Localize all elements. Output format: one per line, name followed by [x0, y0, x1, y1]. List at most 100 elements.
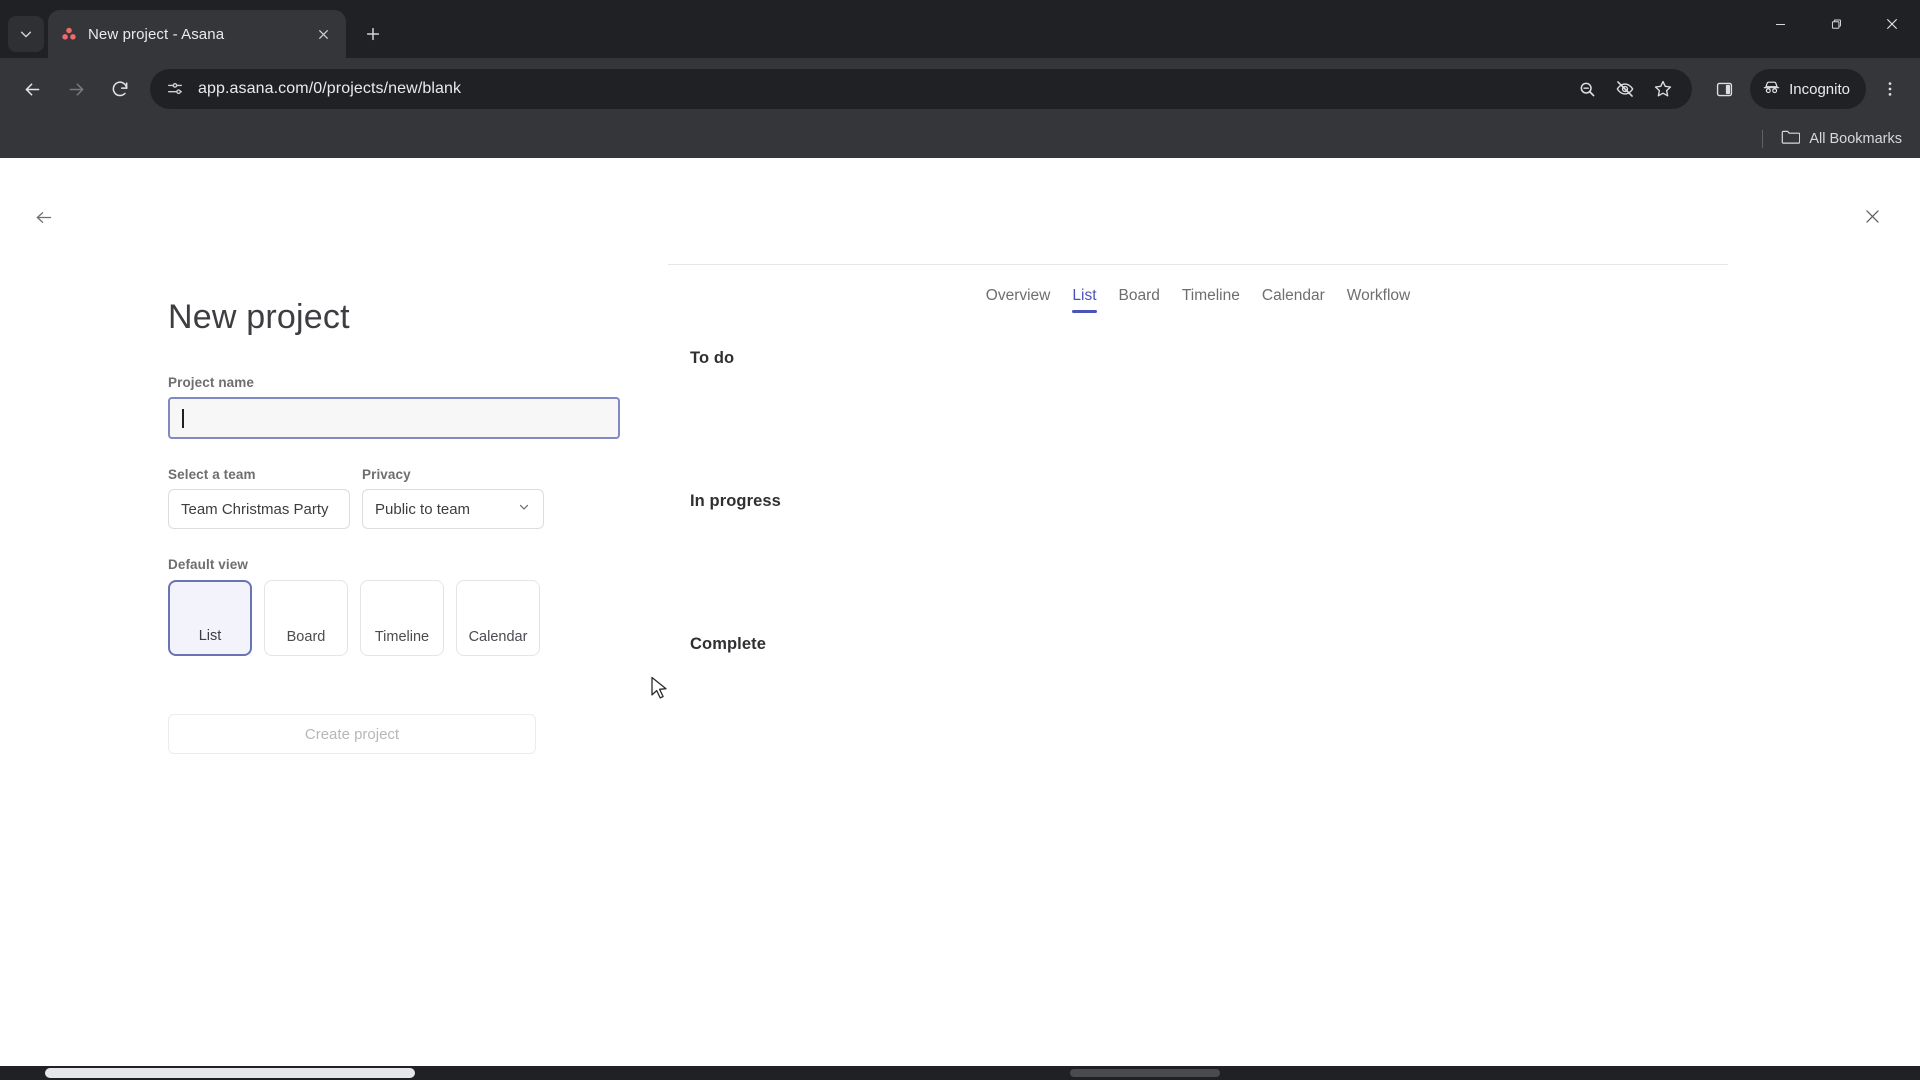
- arrow-right-icon: [69, 82, 83, 96]
- project-name-field-block: Project name: [168, 375, 620, 439]
- create-project-button[interactable]: Create project: [168, 714, 536, 754]
- default-view-option-label: Timeline: [374, 629, 430, 645]
- modal-body: New project Project name Select a team T…: [0, 216, 1920, 754]
- modal-topbar: [0, 158, 1920, 223]
- chevron-down-icon: [517, 500, 531, 518]
- all-bookmarks-button[interactable]: All Bookmarks: [1781, 129, 1902, 149]
- project-name-input[interactable]: [168, 397, 620, 439]
- window-controls: [1752, 0, 1920, 48]
- default-view-option-label: Board: [286, 629, 326, 645]
- restore-icon: [1831, 18, 1841, 29]
- tab-search-button[interactable]: [8, 16, 44, 52]
- chevron-down-icon: [20, 31, 32, 38]
- side-panel-button[interactable]: [1704, 69, 1744, 109]
- window-close-button[interactable]: [1864, 0, 1920, 48]
- arrow-left-icon: [36, 211, 51, 223]
- page-content: New project Project name Select a team T…: [0, 158, 1920, 1066]
- url-text: app.asana.com/0/projects/new/blank: [198, 80, 462, 97]
- bookmarks-bar: All Bookmarks: [0, 120, 1920, 158]
- preview-tab-bar: Overview List Board Timeline Calendar Wo…: [668, 287, 1728, 313]
- tab-label: Overview: [985, 287, 1051, 304]
- tab-label: Workflow: [1346, 287, 1411, 304]
- team-label: Select a team: [168, 467, 256, 482]
- browser-toolbar: app.asana.com/0/projects/new/blank Incog…: [0, 58, 1920, 120]
- default-view-option-board[interactable]: Board: [264, 580, 348, 656]
- default-view-label: Default view: [168, 557, 248, 572]
- text-caret: [182, 408, 184, 428]
- new-tab-button[interactable]: [356, 17, 390, 51]
- tab-calendar[interactable]: Calendar: [1262, 287, 1325, 313]
- default-view-option-label: Calendar: [468, 629, 528, 645]
- reload-button[interactable]: [100, 69, 140, 109]
- tab-list[interactable]: List: [1072, 287, 1097, 313]
- bookmarks-divider: [1762, 130, 1764, 148]
- incognito-hat-icon: [1762, 78, 1781, 101]
- address-bar[interactable]: app.asana.com/0/projects/new/blank: [150, 69, 1693, 109]
- section-header-todo: To do: [690, 349, 735, 367]
- section-body-todo: [690, 368, 1790, 492]
- folder-icon: [1781, 129, 1801, 149]
- minimize-icon: [1775, 23, 1785, 25]
- team-select[interactable]: Team Christmas Party: [168, 489, 350, 529]
- tab-label: Calendar: [1261, 287, 1325, 304]
- default-view-option-list[interactable]: List: [168, 580, 252, 656]
- default-view-option-calendar[interactable]: Calendar: [456, 580, 540, 656]
- horizontal-scrollbar[interactable]: [0, 1066, 1920, 1080]
- default-view-option-timeline[interactable]: Timeline: [360, 580, 444, 656]
- section-header-complete: Complete: [690, 635, 766, 653]
- privacy-field-block: Privacy Public to team: [362, 467, 544, 529]
- default-view-option-label: List: [198, 628, 222, 644]
- all-bookmarks-label: All Bookmarks: [1809, 131, 1902, 147]
- incognito-label: Incognito: [1789, 80, 1850, 98]
- section-body-in-progress: [690, 511, 1790, 635]
- incognito-indicator[interactable]: Incognito: [1750, 69, 1866, 109]
- arrow-left-icon: [25, 82, 39, 96]
- privacy-label: Privacy: [362, 467, 411, 482]
- tab-label: Timeline: [1181, 287, 1240, 304]
- zoom-icon[interactable]: [1576, 78, 1598, 100]
- tab-title: New project - Asana: [88, 25, 225, 43]
- reload-icon: [112, 81, 128, 97]
- eye-off-icon[interactable]: [1614, 78, 1636, 100]
- section-header-in-progress: In progress: [690, 492, 781, 510]
- modal-back-button[interactable]: [26, 200, 60, 234]
- asana-dots-icon: [60, 25, 78, 43]
- project-name-label: Project name: [168, 375, 254, 390]
- preview-section-list: To do In progress Complete: [668, 349, 1790, 654]
- scrollbar-thumb[interactable]: [45, 1068, 415, 1078]
- tab-timeline[interactable]: Timeline: [1182, 287, 1240, 313]
- side-panel-icon: [1716, 82, 1732, 96]
- team-privacy-row: Select a team Team Christmas Party Priva…: [168, 467, 620, 529]
- tab-overview[interactable]: Overview: [986, 287, 1051, 313]
- scrollbar-thumb-secondary[interactable]: [1070, 1069, 1220, 1077]
- bookmark-star-icon[interactable]: [1652, 78, 1674, 100]
- tab-strip: New project - Asana: [0, 0, 1920, 58]
- create-project-label: Create project: [304, 725, 400, 743]
- window-minimize-button[interactable]: [1752, 0, 1808, 48]
- tab-label: Board: [1118, 287, 1160, 304]
- three-dot-menu-icon: [1888, 82, 1892, 96]
- modal-close-button[interactable]: [1854, 198, 1890, 234]
- forward-button[interactable]: [56, 69, 96, 109]
- team-field-block: Select a team Team Christmas Party: [168, 467, 350, 529]
- tab-workflow[interactable]: Workflow: [1347, 287, 1410, 313]
- browser-tab[interactable]: New project - Asana: [48, 10, 346, 58]
- preview-divider: [668, 264, 1728, 265]
- tab-board[interactable]: Board: [1119, 287, 1160, 313]
- project-preview: Overview List Board Timeline Calendar Wo…: [620, 216, 1920, 754]
- back-button[interactable]: [12, 69, 52, 109]
- window-close-icon: [1887, 19, 1897, 29]
- plus-icon: [366, 27, 380, 41]
- tab-close-button[interactable]: [312, 23, 334, 45]
- default-view-block: Default view List Board Timeline Calenda…: [168, 557, 620, 656]
- new-project-form: New project Project name Select a team T…: [0, 216, 620, 754]
- privacy-select[interactable]: Public to team: [362, 489, 544, 529]
- team-value: Team Christmas Party: [181, 500, 329, 518]
- tab-label: List: [1072, 287, 1097, 304]
- default-view-options: List Board Timeline Calendar: [168, 580, 620, 656]
- page-settings-icon[interactable]: [164, 78, 186, 100]
- close-icon: [1865, 209, 1879, 223]
- window-maximize-button[interactable]: [1808, 0, 1864, 48]
- browser-window: New project - Asana app.asana.com/0/proj…: [0, 0, 1920, 1080]
- chrome-menu-button[interactable]: [1872, 69, 1908, 109]
